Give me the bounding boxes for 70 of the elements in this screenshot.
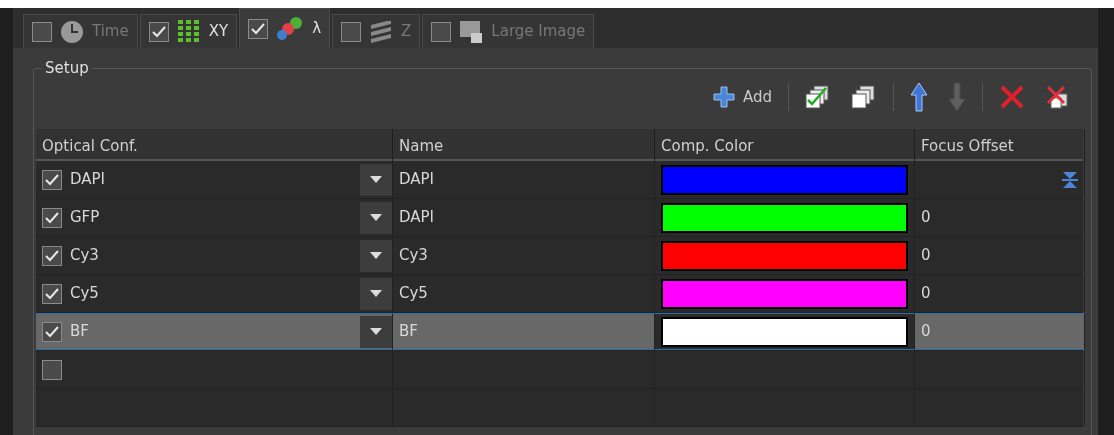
table-cell-text: DAPI [399, 169, 435, 191]
clock-icon [60, 19, 84, 44]
focus-marker-icon[interactable] [1062, 170, 1078, 189]
tab[interactable]: λ [239, 8, 331, 48]
caret-icon [370, 175, 382, 184]
tab-label: Large Image [491, 21, 586, 43]
layers-icon [369, 20, 394, 43]
column-header[interactable]: Name [393, 129, 655, 164]
checkbox[interactable] [32, 21, 52, 42]
table-cell-text: Cy5 [399, 283, 428, 305]
dropdown-button[interactable] [360, 163, 392, 196]
up-arrow-icon [910, 82, 928, 112]
down-arrow-icon [948, 82, 966, 112]
table-cell-text: Cy3 [70, 245, 99, 267]
delete-icon [999, 84, 1025, 110]
table-row[interactable]: BF BF 0 [36, 313, 1083, 351]
table-cell-text: Cy5 [70, 283, 99, 305]
checkbox[interactable] [42, 207, 62, 228]
dropdown-button[interactable] [360, 315, 392, 348]
caret-icon [370, 327, 382, 336]
table-cell-text: 0 [921, 207, 931, 229]
checkbox[interactable] [42, 359, 62, 380]
tab[interactable]: XY [139, 14, 238, 48]
checkbox[interactable] [148, 21, 169, 42]
table-cell-text: 0 [921, 321, 931, 343]
molecule-icon [276, 16, 305, 41]
color-swatch[interactable] [661, 316, 908, 347]
table-row[interactable]: Cy5 Cy5 0 [36, 275, 1083, 313]
checkbox[interactable] [42, 283, 62, 304]
checkbox[interactable] [42, 169, 62, 190]
dropdown-button[interactable] [360, 239, 392, 272]
dropdown-button[interactable] [360, 277, 392, 310]
column-header[interactable]: Focus Offset [915, 129, 1085, 164]
table-cell-text: BF [399, 321, 418, 343]
add-button[interactable]: Add [708, 83, 776, 111]
color-swatch[interactable] [661, 164, 908, 195]
caret-icon [370, 251, 382, 260]
checkbox[interactable] [341, 21, 362, 42]
table-row[interactable]: Cy3 Cy3 0 [36, 237, 1083, 275]
table-cell-text: GFP [70, 207, 100, 229]
table-cell-text: 0 [921, 283, 931, 305]
color-swatch[interactable] [661, 202, 908, 233]
table-cell-text: DAPI [399, 207, 435, 229]
table-cell-text: 0 [921, 245, 931, 267]
table-row[interactable]: DAPI DAPI [36, 161, 1083, 199]
check-all-icon [805, 85, 831, 109]
column-header[interactable]: Comp. Color [655, 129, 915, 164]
checkbox[interactable] [248, 18, 269, 39]
checkbox[interactable] [42, 245, 62, 266]
tab-label: XY [208, 21, 229, 43]
tab-label: λ [312, 18, 322, 40]
uncheck-all-icon [851, 85, 877, 109]
caret-icon [370, 213, 382, 222]
table-row[interactable]: GFP DAPI 0 [36, 199, 1083, 237]
color-swatch[interactable] [661, 240, 908, 271]
caret-icon [370, 289, 382, 298]
tab-label: Time [92, 21, 129, 43]
checkbox[interactable] [431, 21, 452, 42]
table-cell-text: DAPI [70, 169, 106, 191]
color-swatch[interactable] [661, 278, 908, 309]
table-cell-text: BF [70, 321, 89, 343]
tiles-icon [459, 19, 484, 44]
column-header[interactable]: Optical Conf. [36, 129, 393, 164]
plus-icon [712, 86, 735, 108]
delete-all-icon [1045, 84, 1071, 110]
dropdown-button[interactable] [360, 201, 392, 234]
table-cell-text: Cy3 [399, 245, 428, 267]
checkbox[interactable] [42, 321, 62, 342]
tab-label: Z [401, 21, 412, 43]
grid-icon [176, 19, 201, 44]
